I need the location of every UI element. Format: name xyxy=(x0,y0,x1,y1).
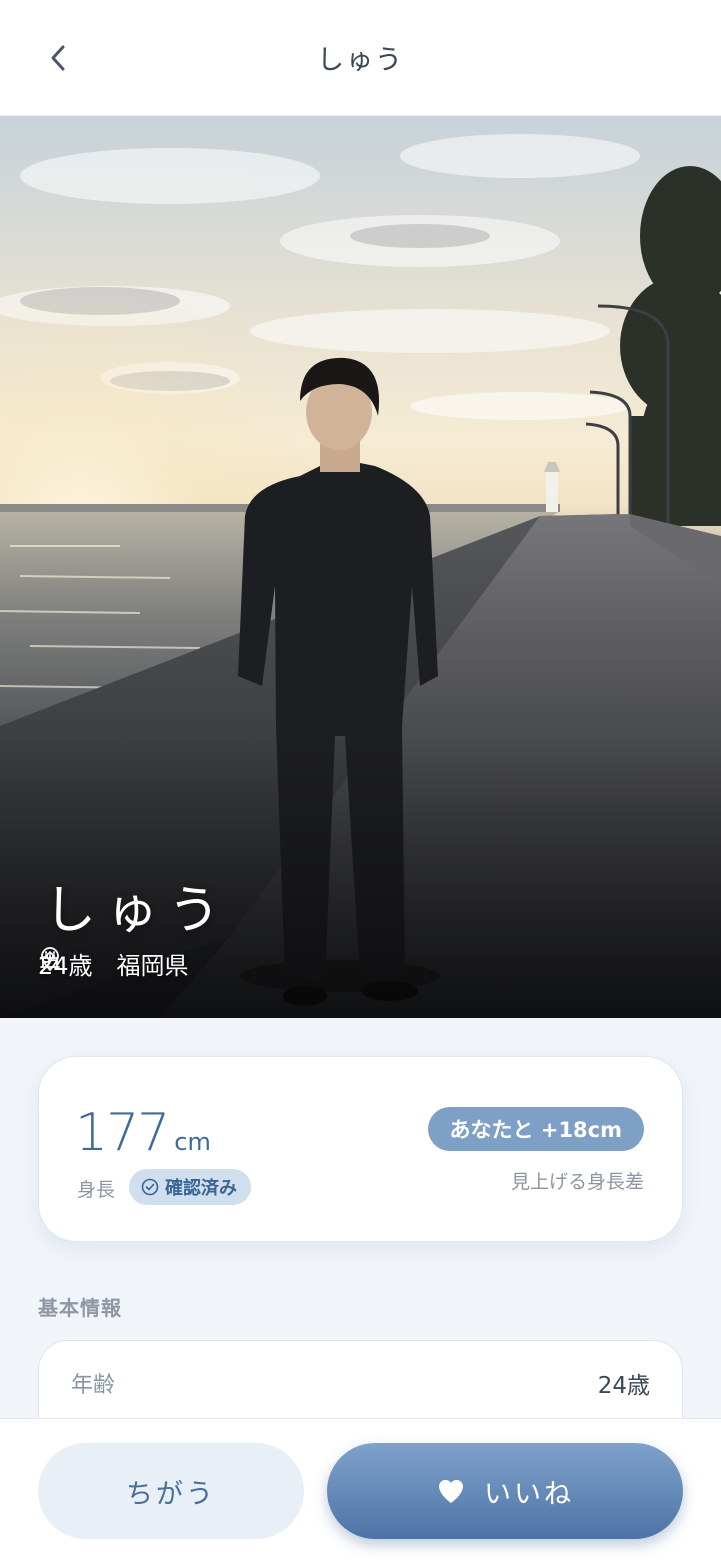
height-label: 身長 xyxy=(77,1179,116,1201)
heart-icon xyxy=(439,1479,463,1503)
height-card: 177 cm 身長 確認済み あなたと +18cm 見上げる身長差 xyxy=(38,1056,683,1242)
profile-meta: 24歳 福岡県 xyxy=(38,946,189,981)
info-key: 年齢 xyxy=(71,1373,116,1398)
info-row-age: 年齢 24歳 xyxy=(39,1341,682,1425)
map-pin-icon xyxy=(41,947,59,972)
section-title-basic-info: 基本情報 xyxy=(38,1296,122,1320)
height-number: 177 xyxy=(75,1103,170,1163)
profile-photo[interactable]: しゅう 24歳 福岡県 xyxy=(0,116,721,1018)
like-button[interactable]: いいね xyxy=(327,1443,683,1539)
check-circle-icon xyxy=(141,1178,159,1196)
action-bar: ちがう いいね xyxy=(0,1418,721,1560)
location-info: 福岡県 xyxy=(41,946,189,981)
location-text: 福岡県 xyxy=(116,952,189,980)
profile-name: しゅう xyxy=(44,881,231,941)
height-unit: cm xyxy=(174,1128,211,1156)
page-title: しゅう xyxy=(317,45,404,76)
verified-badge: 確認済み xyxy=(129,1169,251,1205)
height-difference-label: 見上げる身長差 xyxy=(510,1171,644,1193)
height-difference-pill: あなたと +18cm xyxy=(427,1107,644,1151)
info-value: 24歳 xyxy=(597,1373,650,1399)
verified-text: 確認済み xyxy=(165,1178,237,1199)
height-value: 177 cm xyxy=(75,1103,211,1163)
nope-button[interactable]: ちがう xyxy=(38,1443,304,1539)
app-header: しゅう xyxy=(0,0,721,116)
like-label: いいね xyxy=(484,1478,574,1510)
